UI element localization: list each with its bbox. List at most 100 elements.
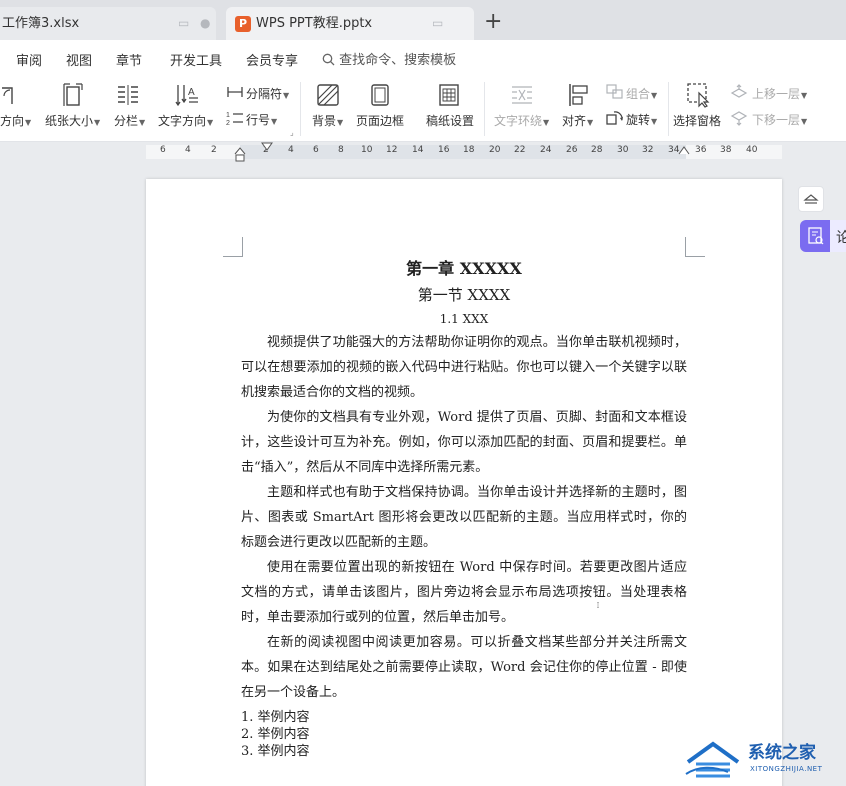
align-label: 对齐 [562, 114, 587, 128]
new-tab-button[interactable]: + [484, 11, 502, 33]
ruler-tick: 28 [591, 145, 603, 155]
watermark-logo: 系统之家 XITONGZHIJIA.NET [684, 736, 846, 786]
menu-developer[interactable]: 开发工具 [170, 50, 222, 69]
group-icon [606, 84, 623, 99]
manuscript-icon [439, 84, 459, 106]
ruler-tick: 6 [160, 145, 166, 155]
paragraph: 视频提供了功能强大的方法帮助你证明你的观点。当你单击联机视频时，可以在想要添加的… [241, 335, 687, 400]
menu-view[interactable]: 视图 [66, 50, 92, 69]
thesis-check-icon [808, 227, 824, 245]
ppt-logo-icon: P [235, 16, 251, 32]
ruler-tick: 2 [211, 145, 217, 155]
menu-review[interactable]: 审阅 [16, 50, 42, 69]
svg-text:A: A [188, 87, 195, 98]
ruler-tick: 6 [313, 145, 319, 155]
send-backward-icon [730, 111, 748, 126]
house-logo-icon [685, 741, 740, 778]
selection-pane-label: 选择窗格 [673, 114, 722, 128]
first-line-indent-marker[interactable] [234, 142, 246, 164]
section-heading: 第一节 XXXX [417, 286, 511, 304]
command-search[interactable]: 查找命令、搜索模板 [322, 49, 456, 68]
ribbon-page-layout: 方向▼ 纸张大小▼ 分栏▼ A 文字方向▼ 分隔符▼ 12 行号▼ ⌟ 背景▼ … [0, 76, 846, 142]
side-panel-label: 论 [836, 230, 846, 246]
indent-marker[interactable] [261, 142, 273, 154]
ruler-tick: 4 [288, 145, 294, 155]
document-page[interactable]: 第一章 XXXXX 第一节 XXXX 1.1 XXX 视频提供了功能强大的方法帮… [146, 179, 782, 786]
monitor-icon: ▭ [178, 16, 190, 30]
paper-size-label: 纸张大小 [45, 114, 94, 128]
thesis-icon-bg [800, 220, 830, 252]
orientation-label: 方向 [0, 114, 25, 128]
group-label: 组合 [626, 87, 651, 101]
tab-bar: 工作簿3.xlsx ▭ ● P WPS PPT教程.pptx ▭ + [0, 0, 846, 40]
text-wrap-icon [512, 86, 532, 104]
paragraph: 使用在需要位置出现的新按钮在 Word 中保存时间。若要更改图片适应文档的方式，… [241, 560, 687, 625]
line-number-icon: 12 [226, 112, 243, 126]
menu-chapter[interactable]: 章节 [116, 50, 142, 69]
ruler-tick: 40 [746, 145, 758, 155]
ruler-tick: 22 [514, 145, 526, 155]
divider [484, 82, 485, 136]
svg-text:2: 2 [226, 120, 230, 126]
margin-corner-mark [685, 237, 705, 257]
send-backward-label: 下移一层 [752, 113, 801, 127]
align-icon [569, 84, 588, 106]
manuscript-label: 稿纸设置 [426, 114, 475, 128]
paragraph: 在新的阅读视图中阅读更加容易。可以折叠文档某些部分并关注所需文本。如果在达到结尾… [241, 635, 687, 700]
tab-workbook[interactable]: 工作簿3.xlsx ▭ ● [0, 7, 216, 40]
menu-bar: 审阅 视图 章节 开发工具 会员专享 查找命令、搜索模板 [0, 40, 846, 76]
divider [668, 82, 669, 136]
wps-window: { "tabs":[ {"label":"工作簿3.xlsx"}, {"labe… [0, 0, 846, 786]
horizontal-ruler[interactable]: 6 4 2 2 4 6 8 10 12 14 16 18 20 22 24 26… [0, 142, 846, 162]
tab-label: 工作簿3.xlsx [2, 16, 80, 31]
ruler-tick: 24 [540, 145, 552, 155]
search-placeholder: 查找命令、搜索模板 [339, 53, 457, 68]
text-wrap-label: 文字环绕 [494, 114, 543, 128]
watermark-url: XITONGZHIJIA.NET [750, 765, 823, 773]
paragraph: 为使你的文档具有专业外观，Word 提供了页眉、页脚、封面和文本框设计，这些设计… [241, 410, 687, 475]
orientation-icon [2, 87, 13, 104]
ruler-tick: 30 [617, 145, 629, 155]
ruler-tick: 32 [642, 145, 654, 155]
side-panel-thesis[interactable]: 论 [800, 220, 846, 252]
page-border-icon [371, 84, 389, 106]
collapse-up-icon [803, 194, 819, 204]
page-border-label: 页面边框 [356, 114, 405, 128]
ruler-tick: 14 [412, 145, 424, 155]
background-icon [317, 84, 339, 106]
margin-corner-mark [223, 237, 243, 257]
bring-forward-icon [730, 84, 748, 98]
ruler-tick: 16 [438, 145, 450, 155]
right-indent-marker[interactable] [678, 142, 690, 156]
separator-label: 分隔符 [246, 87, 283, 101]
dialog-launcher-icon[interactable]: ⌟ [290, 128, 294, 137]
list-item: 2. 举例内容 [241, 727, 310, 742]
ruler-tick: 10 [361, 145, 373, 155]
bring-forward-label: 上移一层 [752, 87, 801, 101]
paragraph: 主题和样式也有助于文档保持协调。当你单击设计并选择新的主题时，图片、图表或 Sm… [241, 485, 687, 550]
collapse-panel-button[interactable] [798, 186, 824, 212]
tab-ppt[interactable]: P WPS PPT教程.pptx ▭ [226, 7, 474, 40]
ruler-tick: 12 [386, 145, 398, 155]
separator-icon [227, 87, 243, 97]
chapter-heading: 第一章 XXXXX [406, 259, 522, 278]
columns-label: 分栏 [114, 114, 139, 128]
divider [300, 82, 301, 136]
search-icon [322, 53, 335, 66]
ruler-tick: 26 [566, 145, 578, 155]
ruler-tick: 36 [695, 145, 707, 155]
rotate-icon [606, 111, 623, 125]
text-cursor-icon [597, 602, 599, 608]
tab-label: WPS PPT教程.pptx [256, 16, 373, 31]
dot-icon: ● [200, 16, 211, 30]
columns-icon [118, 85, 138, 105]
list-item: 1. 举例内容 [241, 710, 310, 725]
ruler-tick: 8 [338, 145, 344, 155]
monitor-icon: ▭ [432, 16, 444, 30]
selection-pane-icon [687, 83, 710, 108]
ruler-tick: 20 [489, 145, 501, 155]
line-number-label: 行号 [246, 113, 271, 127]
menu-member[interactable]: 会员专享 [246, 50, 298, 69]
rotate-label: 旋转 [626, 113, 651, 127]
text-direction-label: 文字方向 [158, 114, 207, 128]
